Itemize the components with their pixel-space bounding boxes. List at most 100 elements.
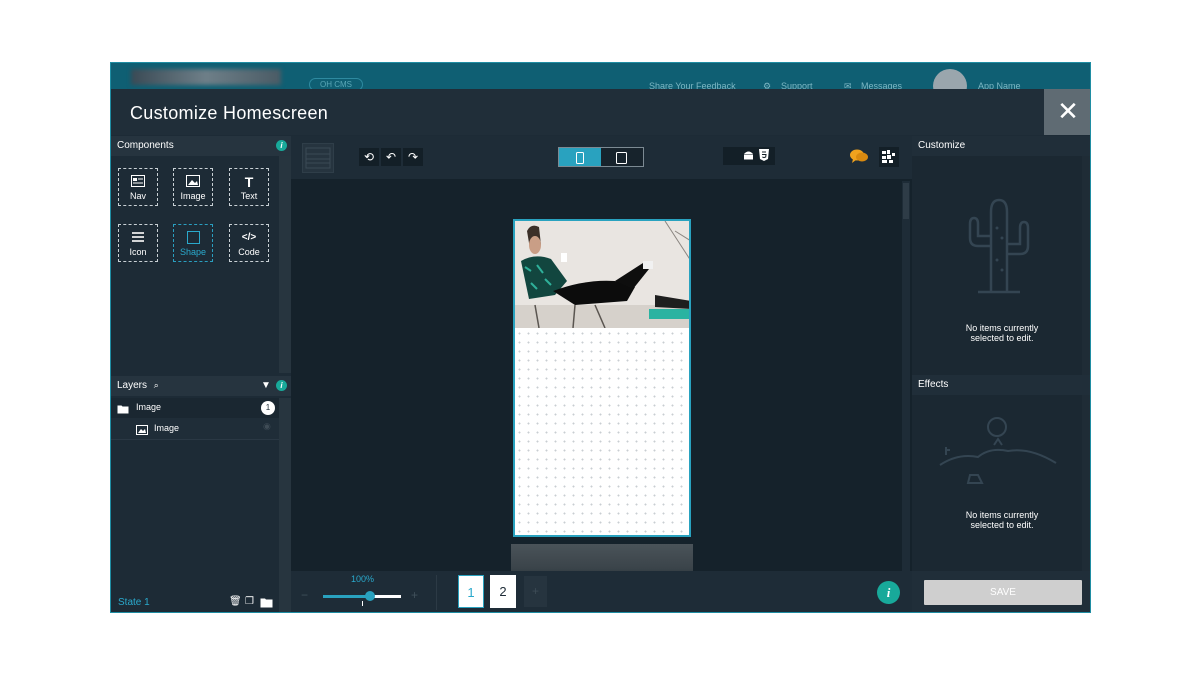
folder-icon [117,401,129,419]
zoom-slider-thumb[interactable] [364,591,375,601]
component-icon[interactable]: Icon [118,224,158,262]
component-nav[interactable]: Nav [118,168,158,206]
chat-icon[interactable] [849,148,869,169]
components-info-icon[interactable]: i [276,140,287,151]
add-page-button[interactable]: + [524,576,547,607]
zoom-slider-fill [323,595,370,598]
search-icon[interactable]: ⌕ [154,380,159,390]
layer-label: Image [136,402,162,412]
qr-icon [882,150,896,167]
modal-title: Customize Homescreen [130,103,329,123]
close-icon: ✕ [1057,96,1079,126]
nav-icon [119,175,157,189]
app-window: OH CMS Share Your Feedback ⚙ Support ✉ M… [110,62,1091,613]
customize-empty-line2: selected to edit. [970,333,1034,343]
layer-row[interactable]: Image ◉ [111,418,279,440]
component-nav-label: Nav [129,191,146,201]
component-text-label: Text [240,191,258,201]
effects-empty-line1: No items currently [965,510,1039,520]
components-scrollbar[interactable] [279,156,291,373]
layout-icon [303,147,333,176]
html5-icon[interactable] [759,149,769,164]
device-toggle [558,147,644,167]
canvas-bottom-bar: 100% − + 1 2 + i [291,571,912,612]
component-image-label: Image [180,191,206,201]
divider [436,575,437,610]
zoom-out-button[interactable]: − [301,588,308,602]
customize-modal: Customize Homescreen ✕ Components i Nav [111,89,1090,612]
undo-button[interactable]: ↶ [381,148,401,166]
close-button[interactable]: ✕ [1044,89,1090,135]
component-code-label: Code [238,247,260,257]
trash-icon[interactable]: 🗑 [229,596,242,607]
customize-empty-line1: No items currently [965,323,1039,333]
layer-label: Image [154,423,180,433]
desert-landscape-icon [938,417,1058,494]
layout-toggle[interactable] [302,143,334,173]
square-icon [174,231,212,245]
state-label[interactable]: State 1 [118,597,150,608]
folder-icon[interactable] [260,595,273,612]
device-tablet-button[interactable] [601,148,643,166]
effects-empty-message: No items currently selected to edit. [912,510,1090,530]
history-button[interactable]: ⟲ [359,148,379,166]
list-icon [119,231,157,245]
code-icon: </> [241,232,257,243]
customize-panel: Customize No items currently selected to… [912,136,1090,375]
undo-icon: ↶ [385,150,397,164]
customize-empty-message: No items currently selected to edit. [912,323,1090,343]
tablet-icon [616,151,627,169]
component-shape-label: Shape [179,247,207,257]
components-header: Components [111,136,291,156]
hero-image[interactable] [515,221,689,328]
layers-title: Layers [117,380,148,391]
canvas-scrollbar[interactable] [902,181,910,571]
customize-scrollbar[interactable] [1082,156,1090,375]
components-title: Components [117,140,174,151]
background-nav: OH CMS Share Your Feedback ⚙ Support ✉ M… [111,63,1090,103]
page-thumb-2[interactable]: 2 [490,575,516,608]
effects-title: Effects [918,379,949,390]
cactus-icon [964,198,1034,299]
component-image[interactable]: Image [173,168,213,206]
component-code[interactable]: </> Code [229,224,269,262]
filter-icon[interactable]: ▼ [261,380,271,391]
zoom-tick [362,601,363,606]
zoom-slider[interactable] [323,591,401,601]
component-text[interactable]: T Text [229,168,269,206]
image-icon [136,422,148,440]
phone-preview[interactable] [513,219,691,537]
component-icon-label: Icon [129,247,147,257]
redo-button[interactable]: ↷ [403,148,423,166]
components-panel: Components i Nav Image T Text Icon Shape… [111,136,291,376]
android-icon[interactable] [743,149,754,164]
image-icon [174,175,212,189]
effects-empty-line2: selected to edit. [970,520,1034,530]
customize-title: Customize [918,140,966,151]
layers-scrollbar[interactable] [279,398,291,612]
customize-header: Customize [912,136,1090,156]
device-phone-button[interactable] [559,148,601,166]
page-thumb-1[interactable]: 1 [458,575,484,608]
editor-toolbar: ⟲ ↶ ↷ [291,136,912,179]
canvas-scroll-thumb[interactable] [903,183,909,219]
info-icon: i [886,585,891,600]
layers-info-icon[interactable]: i [276,380,287,391]
effects-scrollbar[interactable] [1082,395,1090,571]
zoom-in-button[interactable]: + [411,588,418,602]
help-info-button[interactable]: i [877,581,900,604]
history-icon: ⟲ [363,150,375,164]
text-icon: T [244,174,254,190]
redo-icon: ↷ [407,150,419,164]
app-logo [131,69,281,85]
effects-header: Effects [912,375,1090,395]
component-shape[interactable]: Shape [173,224,213,262]
copy-icon[interactable]: ❐ [245,596,254,607]
effects-panel: Effects No items currently selected to e… [912,375,1090,571]
layer-count-badge: 1 [261,401,275,415]
qr-button[interactable] [879,147,899,167]
layer-row[interactable]: Image 1 [111,398,279,418]
save-button[interactable]: SAVE [924,580,1082,605]
modal-titlebar: Customize Homescreen ✕ [111,89,1090,135]
eye-icon[interactable]: ◉ [263,421,271,432]
